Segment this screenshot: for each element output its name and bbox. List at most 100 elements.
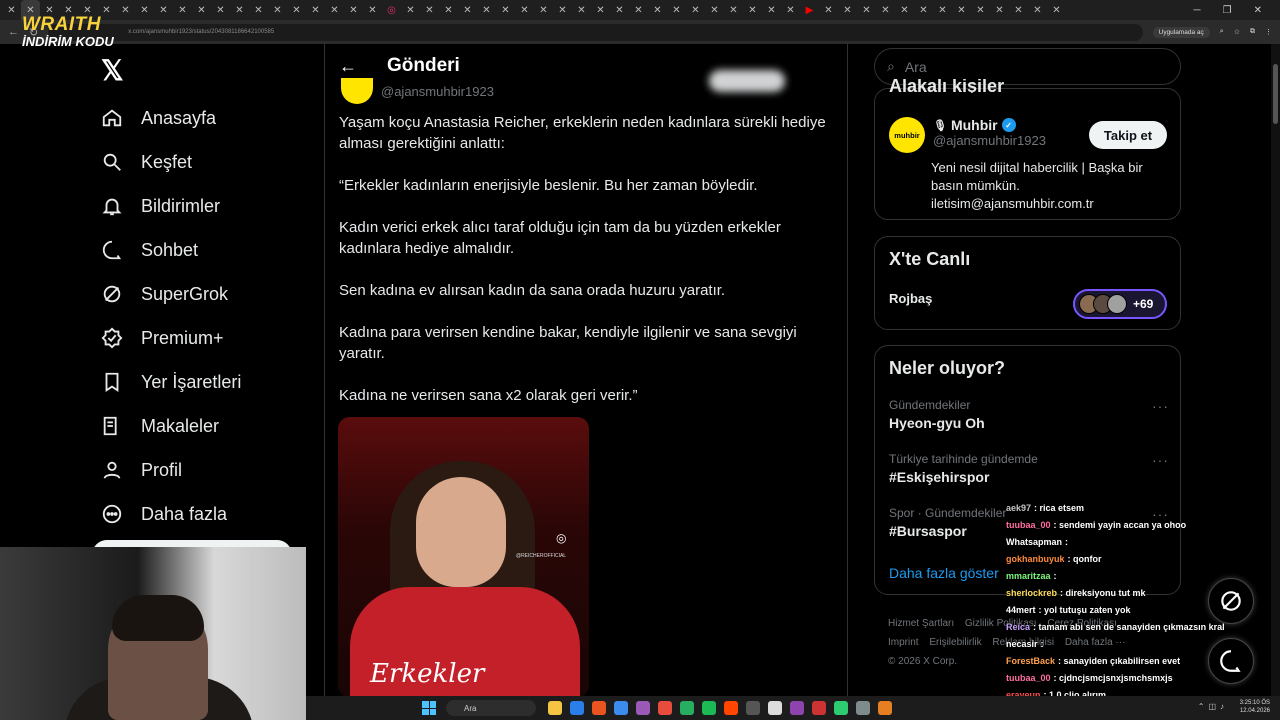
blurred-follow-button[interactable] <box>709 70 785 92</box>
taskbar-app-icon[interactable] <box>680 701 694 715</box>
browser-tab[interactable]: ✕ <box>629 0 648 20</box>
browser-tab[interactable]: ✕ <box>743 0 762 20</box>
show-more-link[interactable]: Daha fazla göster <box>889 565 999 581</box>
browser-tab[interactable]: ✕ <box>610 0 629 20</box>
browser-tab[interactable]: ✕ <box>686 0 705 20</box>
back-icon[interactable]: ← <box>8 26 19 39</box>
related-name[interactable]: Muhbir <box>951 117 998 133</box>
sidebar-item-more[interactable]: Daha fazla <box>100 492 320 536</box>
browser-tab[interactable]: ✕ <box>287 0 306 20</box>
taskbar-app-icon[interactable] <box>592 701 606 715</box>
browser-tab[interactable]: ✕ <box>268 0 287 20</box>
browser-tab[interactable]: ✕ <box>952 0 971 20</box>
browser-tab[interactable]: ✕ <box>230 0 249 20</box>
minimize-icon[interactable]: ─ <box>1194 5 1201 16</box>
browser-tab[interactable]: ✕ <box>971 0 990 20</box>
messages-button[interactable] <box>1208 638 1254 684</box>
restore-icon[interactable]: ❐ <box>1223 5 1232 16</box>
taskbar-app-icon[interactable] <box>834 701 848 715</box>
browser-tab[interactable]: ✕ <box>306 0 325 20</box>
sidebar-item-premium[interactable]: Premium+ <box>100 316 320 360</box>
related-avatar[interactable]: muhbir <box>889 117 925 153</box>
more-options-icon[interactable]: ··· <box>1152 398 1169 414</box>
sidebar-item-search[interactable]: Keşfet <box>100 140 320 184</box>
browser-tab[interactable]: ▶ <box>800 0 819 20</box>
extensions-icon[interactable]: ⧉ <box>1250 28 1255 36</box>
browser-tab[interactable]: ✕ <box>876 0 895 20</box>
menu-icon[interactable]: ⋮ <box>1265 28 1272 36</box>
browser-tab[interactable]: ✕ <box>116 0 135 20</box>
browser-tab[interactable]: ✕ <box>572 0 591 20</box>
system-tray[interactable]: ⌃◫♪ <box>1198 702 1228 711</box>
browser-tab[interactable]: ✕ <box>515 0 534 20</box>
author-handle[interactable]: @ajansmuhbir1923 <box>381 84 494 99</box>
browser-tab[interactable]: ✕ <box>705 0 724 20</box>
browser-tab[interactable]: ✕ <box>439 0 458 20</box>
browser-tab[interactable]: ✕ <box>192 0 211 20</box>
sidebar-item-articles[interactable]: Makaleler <box>100 404 320 448</box>
taskbar-app-icon[interactable] <box>658 701 672 715</box>
taskbar-app-icon[interactable] <box>878 701 892 715</box>
browser-tab[interactable]: ✕ <box>211 0 230 20</box>
taskbar-app-icon[interactable] <box>746 701 760 715</box>
browser-tab[interactable]: ✕ <box>477 0 496 20</box>
browser-tab[interactable]: ✕ <box>667 0 686 20</box>
zoom-icon[interactable]: ⌕ <box>1220 28 1224 36</box>
sidebar-item-profile[interactable]: Profil <box>100 448 320 492</box>
taskbar-app-icon[interactable] <box>856 701 870 715</box>
scrollbar-thumb[interactable] <box>1273 64 1278 124</box>
taskbar-app-icon[interactable] <box>702 701 716 715</box>
windows-start-icon[interactable] <box>422 701 436 715</box>
browser-tab[interactable]: ✕ <box>325 0 344 20</box>
browser-tab[interactable]: ✕ <box>838 0 857 20</box>
browser-tab[interactable]: ✕ <box>401 0 420 20</box>
grok-button[interactable] <box>1208 578 1254 624</box>
footer-link[interactable]: Hizmet Şartları <box>888 618 954 629</box>
search-input[interactable]: Ara <box>905 59 927 75</box>
browser-tab[interactable]: ✕ <box>762 0 781 20</box>
sidebar-item-bookmark[interactable]: Yer İşaretleri <box>100 360 320 404</box>
sidebar-item-bell[interactable]: Bildirimler <box>100 184 320 228</box>
browser-tab[interactable]: ✕ <box>781 0 800 20</box>
taskbar-app-icon[interactable] <box>790 701 804 715</box>
sidebar-item-chat[interactable]: Sohbet <box>100 228 320 272</box>
browser-tab[interactable]: ✕ <box>173 0 192 20</box>
browser-tab[interactable]: ◎ <box>382 0 401 20</box>
browser-tab[interactable]: ✕ <box>2 0 21 20</box>
taskbar-app-icon[interactable] <box>614 701 628 715</box>
url-field[interactable]: x.com/ajansmuhbir1923/status/20430811866… <box>48 23 1143 41</box>
browser-tab[interactable]: ✕ <box>135 0 154 20</box>
live-space-name[interactable]: Rojbaş <box>889 291 932 306</box>
browser-tab[interactable]: ✕ <box>648 0 667 20</box>
browser-tab[interactable]: ✕ <box>496 0 515 20</box>
browser-tab[interactable]: ✕ <box>933 0 952 20</box>
browser-tab[interactable]: ✕ <box>249 0 268 20</box>
more-options-icon[interactable]: ··· <box>1152 452 1169 468</box>
browser-tab[interactable]: ✕ <box>458 0 477 20</box>
browser-tab[interactable]: ✕ <box>819 0 838 20</box>
author-avatar[interactable] <box>341 78 373 104</box>
browser-tab[interactable]: ✕ <box>895 0 914 20</box>
browser-tab[interactable]: ✕ <box>990 0 1009 20</box>
related-profile[interactable]: muhbir 🎙 Muhbir ✓ @ajansmuhbir1923 <box>889 117 1046 153</box>
browser-tab[interactable]: ✕ <box>344 0 363 20</box>
browser-tab[interactable]: ✕ <box>363 0 382 20</box>
trend-item[interactable]: Türkiye tarihinde gündemde #Eskişehirspo… <box>889 452 1169 485</box>
browser-tab[interactable]: ✕ <box>154 0 173 20</box>
taskbar-search[interactable]: Ara <box>446 700 536 716</box>
close-icon[interactable]: ✕ <box>1254 5 1262 16</box>
browser-tab[interactable]: ✕ <box>1028 0 1047 20</box>
browser-tab[interactable]: ✕ <box>534 0 553 20</box>
browser-tab[interactable]: ✕ <box>1009 0 1028 20</box>
browser-tab[interactable]: ✕ <box>553 0 572 20</box>
back-arrow-icon[interactable]: ← <box>339 56 369 77</box>
browser-tab[interactable]: ✕ <box>724 0 743 20</box>
sidebar-item-grok[interactable]: SuperGrok <box>100 272 320 316</box>
browser-tab[interactable]: ✕ <box>1047 0 1066 20</box>
taskbar-app-icon[interactable] <box>812 701 826 715</box>
footer-link[interactable]: Imprint <box>888 637 919 648</box>
taskbar-app-icon[interactable] <box>724 701 738 715</box>
live-listeners-pill[interactable]: +69 <box>1073 289 1167 319</box>
tweet-video[interactable]: ◎ @REICHEROFFICIAL Erkekler <box>338 417 589 697</box>
open-in-app-button[interactable]: Uygulamada aç <box>1152 26 1210 38</box>
